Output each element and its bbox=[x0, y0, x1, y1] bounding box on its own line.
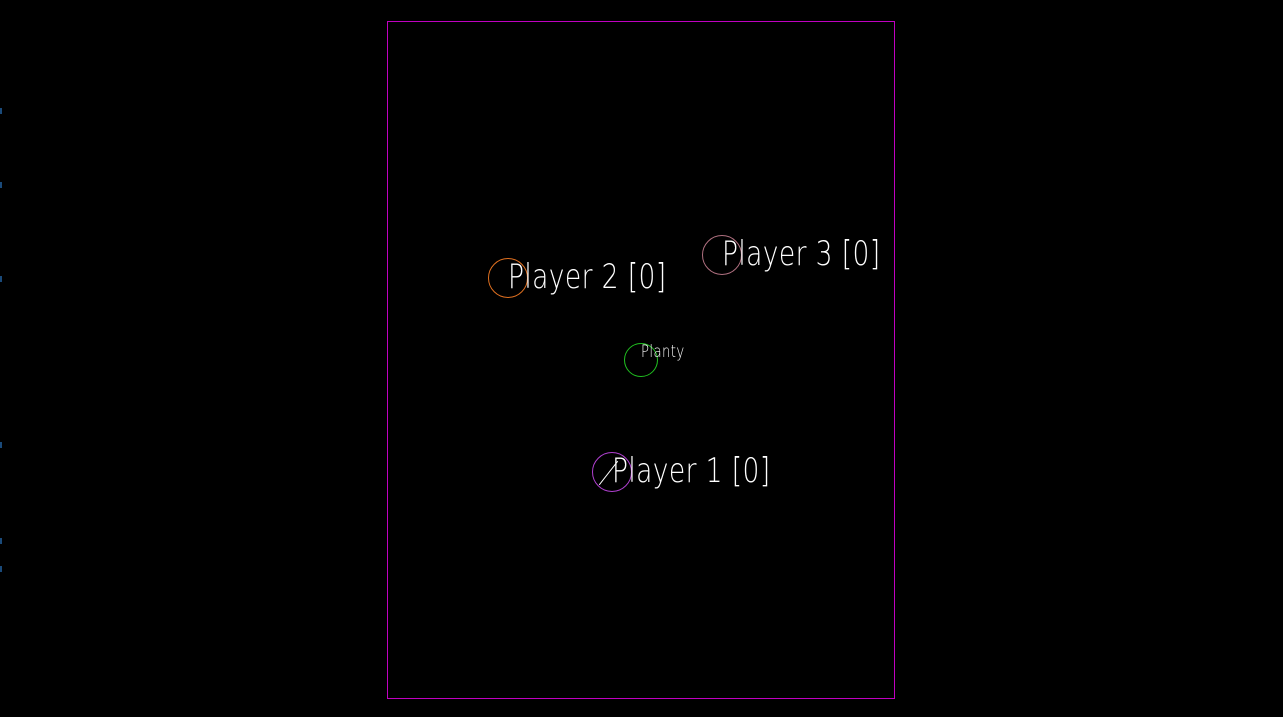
planty-label: Planty bbox=[641, 342, 685, 362]
player-1-label: Player 1 [0] bbox=[612, 451, 771, 491]
player-2-label: Player 2 [0] bbox=[508, 257, 667, 297]
window-edge-marks bbox=[0, 0, 3, 717]
game-screen: Player 2 [0] Player 3 [0] Planty Player … bbox=[0, 0, 1283, 717]
player-3-label: Player 3 [0] bbox=[722, 234, 881, 274]
